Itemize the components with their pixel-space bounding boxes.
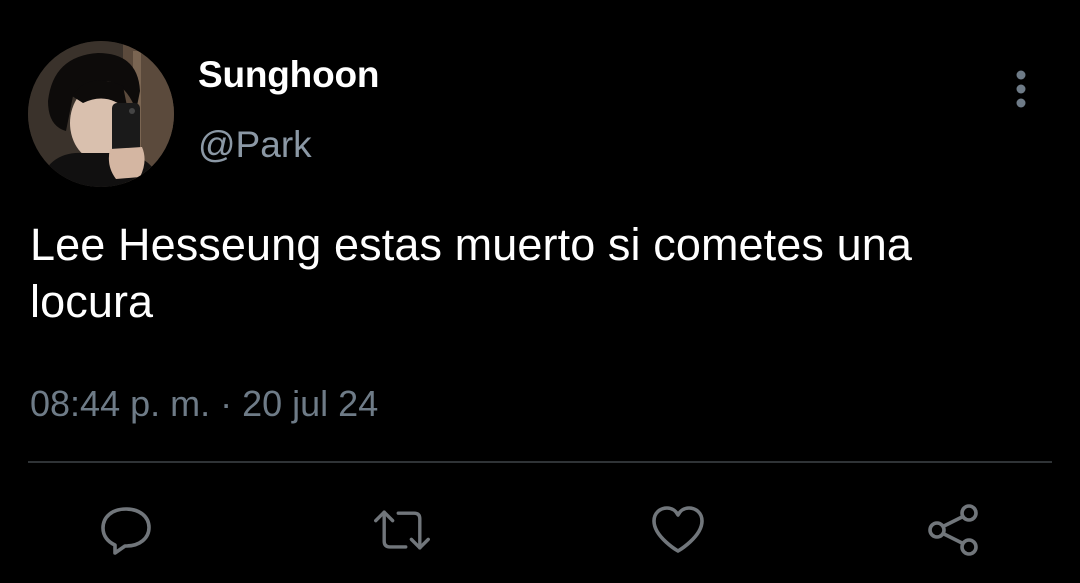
share-button[interactable] — [924, 500, 984, 560]
retweet-icon — [374, 510, 430, 550]
more-vertical-icon — [1016, 70, 1026, 108]
meta-separator: · — [220, 383, 233, 424]
avatar[interactable] — [28, 41, 174, 187]
user-handle[interactable]: @Park — [198, 124, 312, 166]
tweet-date: 20 jul 24 — [242, 383, 379, 424]
retweet-button[interactable] — [372, 500, 432, 560]
heart-icon — [652, 506, 704, 553]
divider — [28, 461, 1052, 463]
tweet-text: Lee Hesseung estas muerto si cometes una… — [30, 219, 912, 327]
like-button[interactable] — [648, 500, 708, 560]
tweet-timestamp[interactable]: 08:44 p. m. · 20 jul 24 — [30, 383, 378, 425]
share-icon — [928, 504, 978, 556]
reply-button[interactable] — [96, 500, 156, 560]
tweet-time: 08:44 p. m. — [30, 383, 211, 424]
more-options-button[interactable] — [1000, 66, 1042, 112]
display-name[interactable]: Sunghoon — [198, 54, 379, 96]
avatar-image — [28, 41, 174, 187]
reply-icon — [101, 507, 151, 555]
